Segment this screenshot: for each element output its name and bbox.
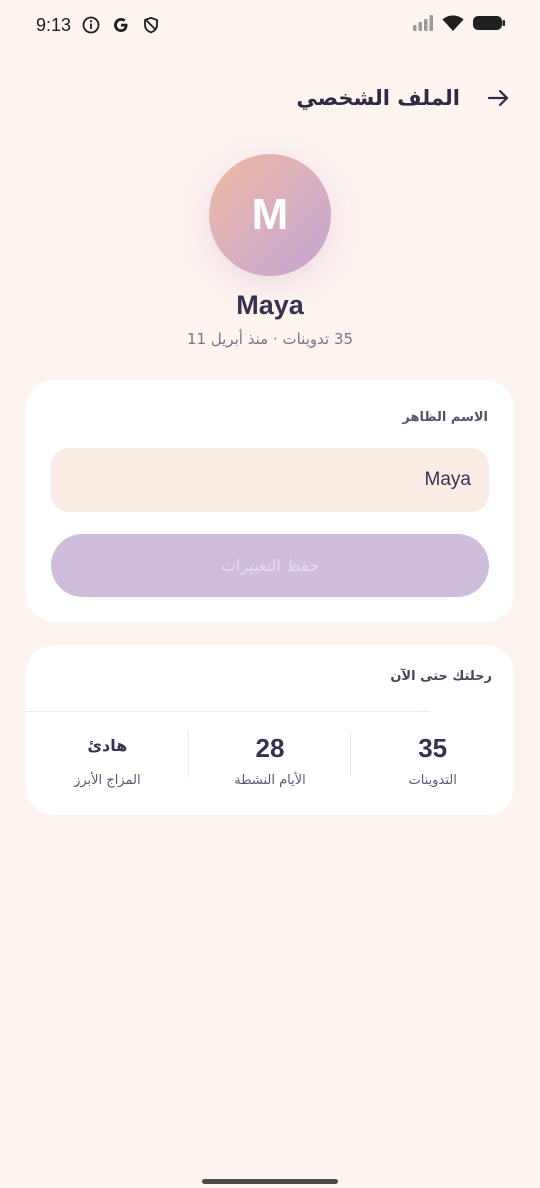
stat-value: هادئ (87, 736, 128, 755)
display-name-card: الاسم الظاهر حفظ التغييرات (26, 380, 514, 622)
profile-name: Maya (236, 290, 304, 320)
avatar-letter: M (251, 190, 289, 239)
profile-subtitle: 35 تدوينات · منذ أبريل 11 (186, 330, 354, 348)
status-bar: 9:13 (0, 0, 540, 50)
stat-value: 35 (418, 733, 448, 763)
display-name-label: الاسم الظاهر (402, 410, 488, 425)
page-title: الملف الشخصي (296, 86, 460, 110)
battery-icon (472, 14, 506, 36)
stat-label: الأيام النشطة (234, 773, 306, 788)
stat-entries: 35 التدوينات (351, 731, 514, 801)
save-changes-button[interactable]: حفظ التغييرات (51, 534, 489, 597)
status-left: 9:13 (36, 15, 161, 36)
status-right (412, 14, 506, 36)
signal-icon (412, 14, 434, 36)
status-time: 9:13 (36, 14, 72, 35)
stat-value: 28 (255, 733, 285, 763)
display-name-input[interactable] (51, 448, 489, 512)
google-icon (111, 15, 131, 35)
info-icon (81, 15, 101, 35)
divider (26, 711, 430, 712)
stats-row: 35 التدوينات 28 الأيام النشطة هادئ المزا… (26, 731, 514, 801)
journey-card: رحلتك حتى الآن 35 التدوينات 28 الأيام ال… (26, 645, 514, 815)
stat-label: المزاج الأبرز (74, 773, 141, 788)
shield-icon (141, 15, 161, 35)
app-header: الملف الشخصي (0, 76, 540, 120)
stat-label: التدوينات (408, 773, 457, 788)
wifi-icon (442, 14, 464, 36)
back-button[interactable] (478, 78, 518, 118)
stat-active-days: 28 الأيام النشطة (189, 731, 352, 801)
home-indicator[interactable] (202, 1179, 338, 1184)
stat-top-mood: هادئ المزاج الأبرز (26, 731, 189, 801)
avatar[interactable]: M (209, 154, 331, 276)
journey-title: رحلتك حتى الآن (390, 669, 492, 684)
arrow-back-icon (487, 89, 509, 107)
